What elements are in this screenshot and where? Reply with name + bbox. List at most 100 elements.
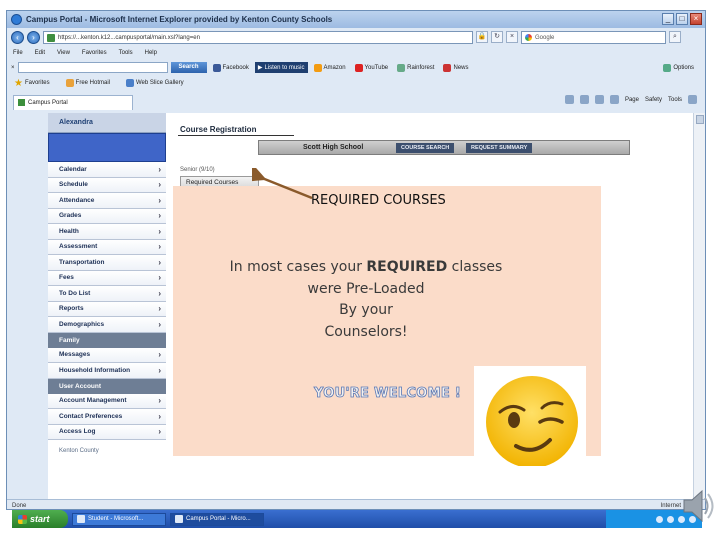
sidebar-item-assessment[interactable]: Assessment › [48,239,166,255]
arrow-icon [252,168,313,200]
title-divider [178,135,294,136]
sidebar-section-family: Family [48,332,166,348]
tab-course-search[interactable]: COURSE SEARCH [396,143,455,153]
start-button[interactable]: start [12,510,68,528]
url-input[interactable]: https://...kenton.k12...campusportal/mai… [43,30,473,44]
page-menu[interactable]: Page [625,97,639,103]
web-slice-icon [126,79,134,87]
sidebar-item-grades[interactable]: Grades › [48,208,166,224]
command-bar: Page Safety Tools [564,95,697,104]
term-label: Senior (9/10) [180,167,215,173]
zone-label: Internet [660,502,681,509]
favorite-web-slice[interactable]: Web Slice Gallery [123,78,187,89]
title-bar: Campus Portal - Microsoft Internet Explo… [7,11,705,28]
search-icon[interactable]: ⌕ [669,31,681,43]
sidebar-item-attendance[interactable]: Attendance › [48,193,166,209]
menu-favorites[interactable]: Favorites [82,50,107,56]
toolbar-search-input[interactable] [17,62,168,73]
chevron-right-icon: › [158,195,161,205]
toolbar-rainforest[interactable]: Rainforest [394,62,437,73]
menu-bar: File Edit View Favorites Tools Help [7,47,705,59]
sidebar-item-schedule[interactable]: Schedule › [48,177,166,193]
scrollbar-thumb[interactable] [696,115,704,124]
sidebar-item-account-management[interactable]: Account Management › [48,393,166,409]
toolbar-youtube[interactable]: YouTube [352,62,392,73]
ie-icon [175,515,183,523]
play-icon: ▶ [257,65,263,71]
chevron-right-icon: › [158,396,161,406]
chevron-right-icon: › [158,242,161,252]
menu-help[interactable]: Help [145,50,157,56]
winking-face-icon [486,376,578,468]
mail-icon[interactable] [594,95,604,104]
globe-icon [397,63,406,72]
maximize-button[interactable]: □ [676,13,688,25]
menu-edit[interactable]: Edit [35,50,45,56]
chevron-right-icon: › [158,164,161,174]
sidebar-item-fees[interactable]: Fees › [48,270,166,286]
window-title: Campus Portal - Microsoft Internet Explo… [26,15,333,24]
toolbar-facebook[interactable]: Facebook [210,62,252,73]
sidebar-item-calendar[interactable]: Calendar › [48,162,166,178]
speaker-icon[interactable] [681,484,715,528]
student-name[interactable]: Alexandra [48,113,166,133]
feeds-icon[interactable] [579,95,589,104]
menu-file[interactable]: File [13,50,23,56]
refresh-button[interactable]: ↻ [491,31,503,43]
chevron-right-icon: › [158,288,161,298]
tray-icon[interactable] [667,515,674,523]
sidebar-item-messages[interactable]: Messages › [48,347,166,363]
menu-tools[interactable]: Tools [119,50,133,56]
search-input[interactable]: Google [521,30,666,44]
back-button[interactable]: ‹ [11,30,24,44]
toolbar-search-button[interactable]: Search [170,62,207,73]
annotation-line-1: In most cases your REQUIRED classes [229,259,503,275]
ie-logo-icon [11,14,22,25]
chevron-right-icon: › [158,427,161,437]
sidebar-nav: Calendar › Schedule › Attendance › Grades › … [48,162,166,440]
sidebar-item-to-do-list[interactable]: To Do List › [48,286,166,302]
sidebar-item-reports[interactable]: Reports › [48,301,166,317]
sidebar-item-health[interactable]: Health › [48,224,166,240]
menu-view[interactable]: View [57,50,70,56]
chevron-right-icon: › [158,304,161,314]
taskbar-item-student[interactable]: Student - Microsoft... [72,512,166,526]
sidebar-item-household[interactable]: Household Information › [48,363,166,379]
sidebar-item-access-log[interactable]: Access Log › [48,424,166,440]
favorite-hotmail[interactable]: Free Hotmail [63,78,113,89]
taskbar-item-campus-portal[interactable]: Campus Portal - Micro... [170,512,264,526]
home-icon[interactable] [564,95,574,104]
forward-button[interactable]: › [27,30,40,44]
stop-button[interactable]: × [506,31,518,43]
tab-request-summary[interactable]: REQUEST SUMMARY [466,143,533,153]
chevron-right-icon: › [158,211,161,221]
toolbar-news[interactable]: News [440,62,471,73]
sidebar-item-transportation[interactable]: Transportation › [48,255,166,271]
sidebar-item-contact-preferences[interactable]: Contact Preferences › [48,409,166,425]
school-name: Scott High School [303,144,364,151]
vertical-scrollbar[interactable] [693,113,705,500]
help-icon[interactable] [688,95,697,104]
tools-menu[interactable]: Tools [668,97,682,103]
safety-menu[interactable]: Safety [645,97,662,103]
toolbar-options[interactable]: Options [660,62,697,73]
lock-icon[interactable]: 🔒 [476,31,488,43]
favorites-button[interactable]: ★ Favorites [11,78,53,89]
emoji-container [474,366,586,468]
district-link[interactable]: Kenton County [48,440,166,454]
minimize-button[interactable]: _ [662,13,674,25]
close-toolbar-icon[interactable]: × [11,65,15,71]
toolbar-music[interactable]: ▶ Listen to music [254,62,308,73]
chevron-right-icon: › [158,226,161,236]
close-button[interactable]: × [690,13,702,25]
sidebar-item-demographics[interactable]: Demographics › [48,317,166,333]
tab-campus-portal[interactable]: Campus Portal [13,94,133,110]
tray-icon[interactable] [656,515,663,523]
toolbar-amazon[interactable]: Amazon [311,62,349,73]
search-toolbar: × Search Facebook ▶ Listen to music Amazo… [7,60,705,75]
sidebar: Alexandra Calendar › Schedule › Attendance… [48,113,166,500]
hotmail-icon [65,79,74,87]
amazon-icon [313,63,322,72]
print-icon[interactable] [609,95,619,104]
status-bar: Done Internet [7,499,705,509]
